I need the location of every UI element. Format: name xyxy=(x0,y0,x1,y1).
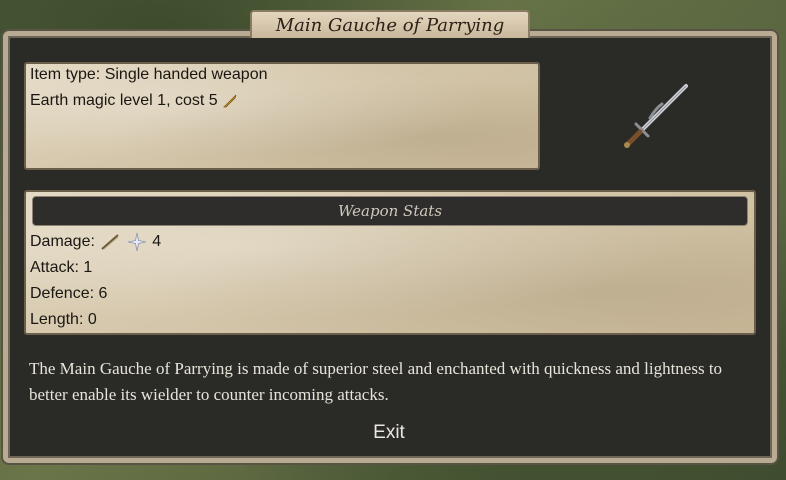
damage-label: Damage: xyxy=(30,233,95,251)
damage-value: 4 xyxy=(152,233,162,251)
defence-stat: Defence: 6 xyxy=(30,285,108,302)
slash-damage-icon xyxy=(101,234,120,250)
item-type-text: Item type: Single handed weapon xyxy=(30,66,268,83)
exit-button[interactable]: Exit xyxy=(358,420,420,446)
attack-stat: Attack: 1 xyxy=(30,259,93,276)
dialog-title: Main Gauche of Parrying xyxy=(250,10,530,38)
weapon-stats-panel: Weapon Stats Damage: 4 Attack: 1 Defence… xyxy=(24,190,756,335)
magic-cost-text: Earth magic level 1, cost 5 xyxy=(30,92,218,109)
sword-icon xyxy=(624,84,688,148)
item-description: The Main Gauche of Parrying is made of s… xyxy=(29,359,723,404)
sparkle-icon xyxy=(127,232,146,252)
item-info-panel: Item type: Single handed weapon Earth ma… xyxy=(24,62,540,170)
damage-row: Damage: 4 xyxy=(30,232,161,252)
quill-icon xyxy=(223,94,237,108)
magic-cost-line: Earth magic level 1, cost 5 xyxy=(30,92,238,110)
length-stat: Length: 0 xyxy=(30,311,97,328)
weapon-stats-header: Weapon Stats xyxy=(32,196,748,226)
